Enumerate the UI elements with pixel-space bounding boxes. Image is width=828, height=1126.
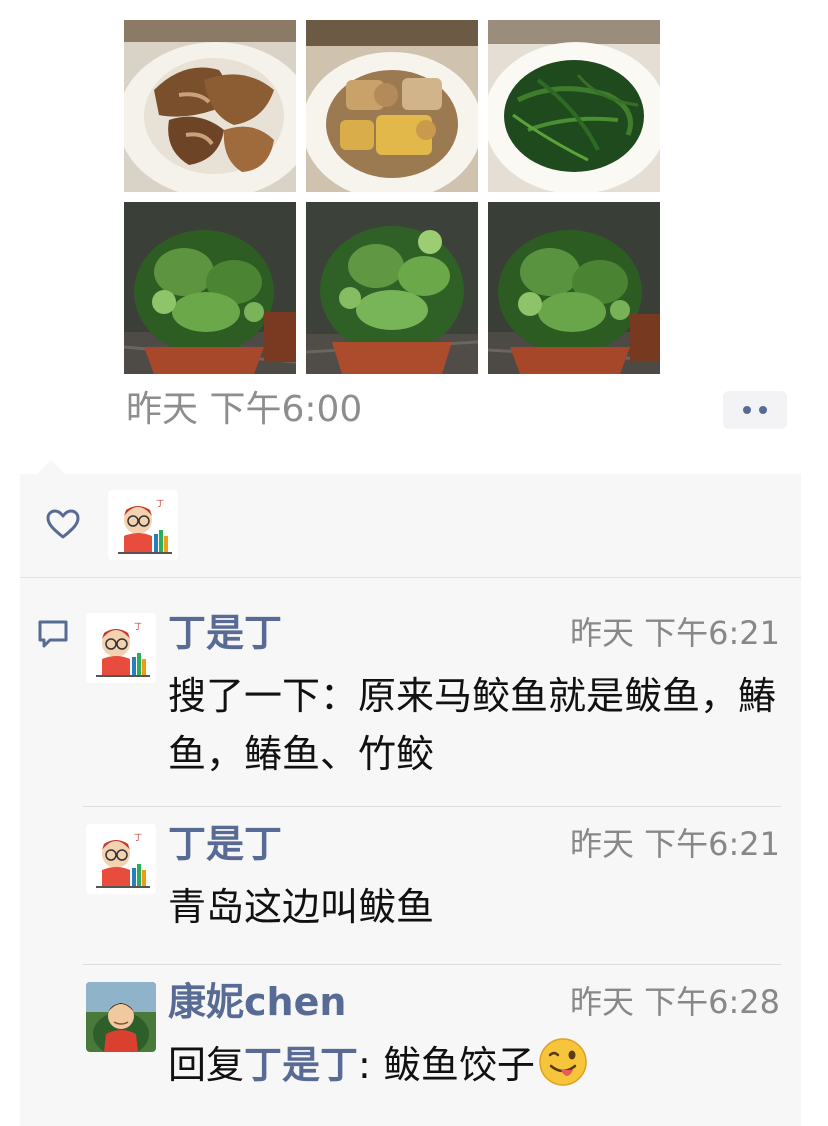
panel-pointer bbox=[36, 460, 66, 475]
svg-text:丁: 丁 bbox=[134, 833, 142, 842]
child-photo-avatar bbox=[86, 982, 156, 1052]
comment-divider bbox=[83, 806, 781, 807]
photo-fried-fish[interactable] bbox=[124, 20, 296, 192]
moments-post: 昨天 下午6:00 丁 丁 丁是丁 昨天 下午6:21 搜了一下：原来马鲛鱼就是… bbox=[0, 0, 828, 1126]
svg-text:丁: 丁 bbox=[134, 622, 142, 631]
comment-text: 搜了一下：原来马鲛鱼就是鲅鱼，鰆鱼，䲠鱼、竹鲛 bbox=[168, 674, 777, 776]
comment-avatar[interactable]: 丁 bbox=[86, 824, 156, 894]
comment-item[interactable]: 丁 丁是丁 昨天 下午6:21 搜了一下：原来马鲛鱼就是鲅鱼，鰆鱼，䲠鱼、竹鲛 bbox=[86, 611, 780, 776]
reply-prefix: 回复 bbox=[168, 1043, 245, 1087]
reply-target-name[interactable]: 丁是丁 bbox=[244, 1043, 358, 1087]
comment-icon bbox=[38, 620, 68, 648]
liker-avatar[interactable]: 丁 bbox=[108, 490, 178, 560]
photo-stir-fried-greens[interactable] bbox=[488, 20, 660, 192]
comment-author[interactable]: 康妮chen bbox=[168, 976, 346, 1028]
wink-tongue-emoji bbox=[539, 1038, 587, 1086]
photo-grid bbox=[124, 20, 660, 374]
cartoon-avatar: 丁 bbox=[86, 824, 156, 894]
comment-item[interactable]: 丁 丁是丁 昨天 下午6:21 青岛这边叫鲅鱼 bbox=[86, 822, 780, 944]
comment-text: 青岛这边叫鲅鱼 bbox=[168, 885, 435, 929]
potted-plant-photo bbox=[488, 202, 660, 374]
cartoon-avatar: 丁 bbox=[108, 490, 178, 560]
comment-avatar[interactable] bbox=[86, 982, 156, 1052]
photo-potted-plant-2[interactable] bbox=[306, 202, 478, 374]
cartoon-avatar: 丁 bbox=[86, 613, 156, 683]
comment-author[interactable]: 丁是丁 bbox=[168, 607, 282, 659]
reply-comment-text: 回复丁是丁: 鲅鱼饺子 bbox=[168, 1036, 778, 1094]
more-actions-button[interactable] bbox=[723, 391, 787, 429]
potted-plant-photo bbox=[306, 202, 478, 374]
photo-braised-dish[interactable] bbox=[306, 20, 478, 192]
comment-avatar[interactable]: 丁 bbox=[86, 613, 156, 683]
comment-time: 昨天 下午6:28 bbox=[569, 983, 780, 1021]
braised-dish-photo bbox=[306, 20, 478, 192]
comment-time: 昨天 下午6:21 bbox=[569, 825, 780, 863]
panel-divider bbox=[20, 577, 801, 578]
more-dots-icon bbox=[743, 406, 751, 414]
potted-plant-photo bbox=[124, 202, 296, 374]
heart-icon bbox=[46, 509, 80, 539]
photo-potted-plant-1[interactable] bbox=[124, 202, 296, 374]
interaction-panel: 丁 丁 丁是丁 昨天 下午6:21 搜了一下：原来马鲛鱼就是鲅鱼，鰆鱼，䲠鱼、竹… bbox=[20, 474, 801, 1126]
post-timestamp: 昨天 下午6:00 bbox=[126, 389, 363, 430]
comment-time: 昨天 下午6:21 bbox=[569, 614, 780, 652]
comment-divider bbox=[83, 964, 781, 965]
svg-text:丁: 丁 bbox=[156, 499, 164, 508]
reply-body: : 鲅鱼饺子 bbox=[358, 1043, 535, 1087]
stir-fried-greens-photo bbox=[488, 20, 660, 192]
more-dots-icon bbox=[759, 406, 767, 414]
comment-item[interactable]: 康妮chen 昨天 下午6:28 回复丁是丁: 鲅鱼饺子 bbox=[86, 980, 780, 1112]
photo-potted-plant-3[interactable] bbox=[488, 202, 660, 374]
fried-fish-photo bbox=[124, 20, 296, 192]
comment-author[interactable]: 丁是丁 bbox=[168, 818, 282, 870]
likes-row: 丁 bbox=[20, 474, 801, 577]
